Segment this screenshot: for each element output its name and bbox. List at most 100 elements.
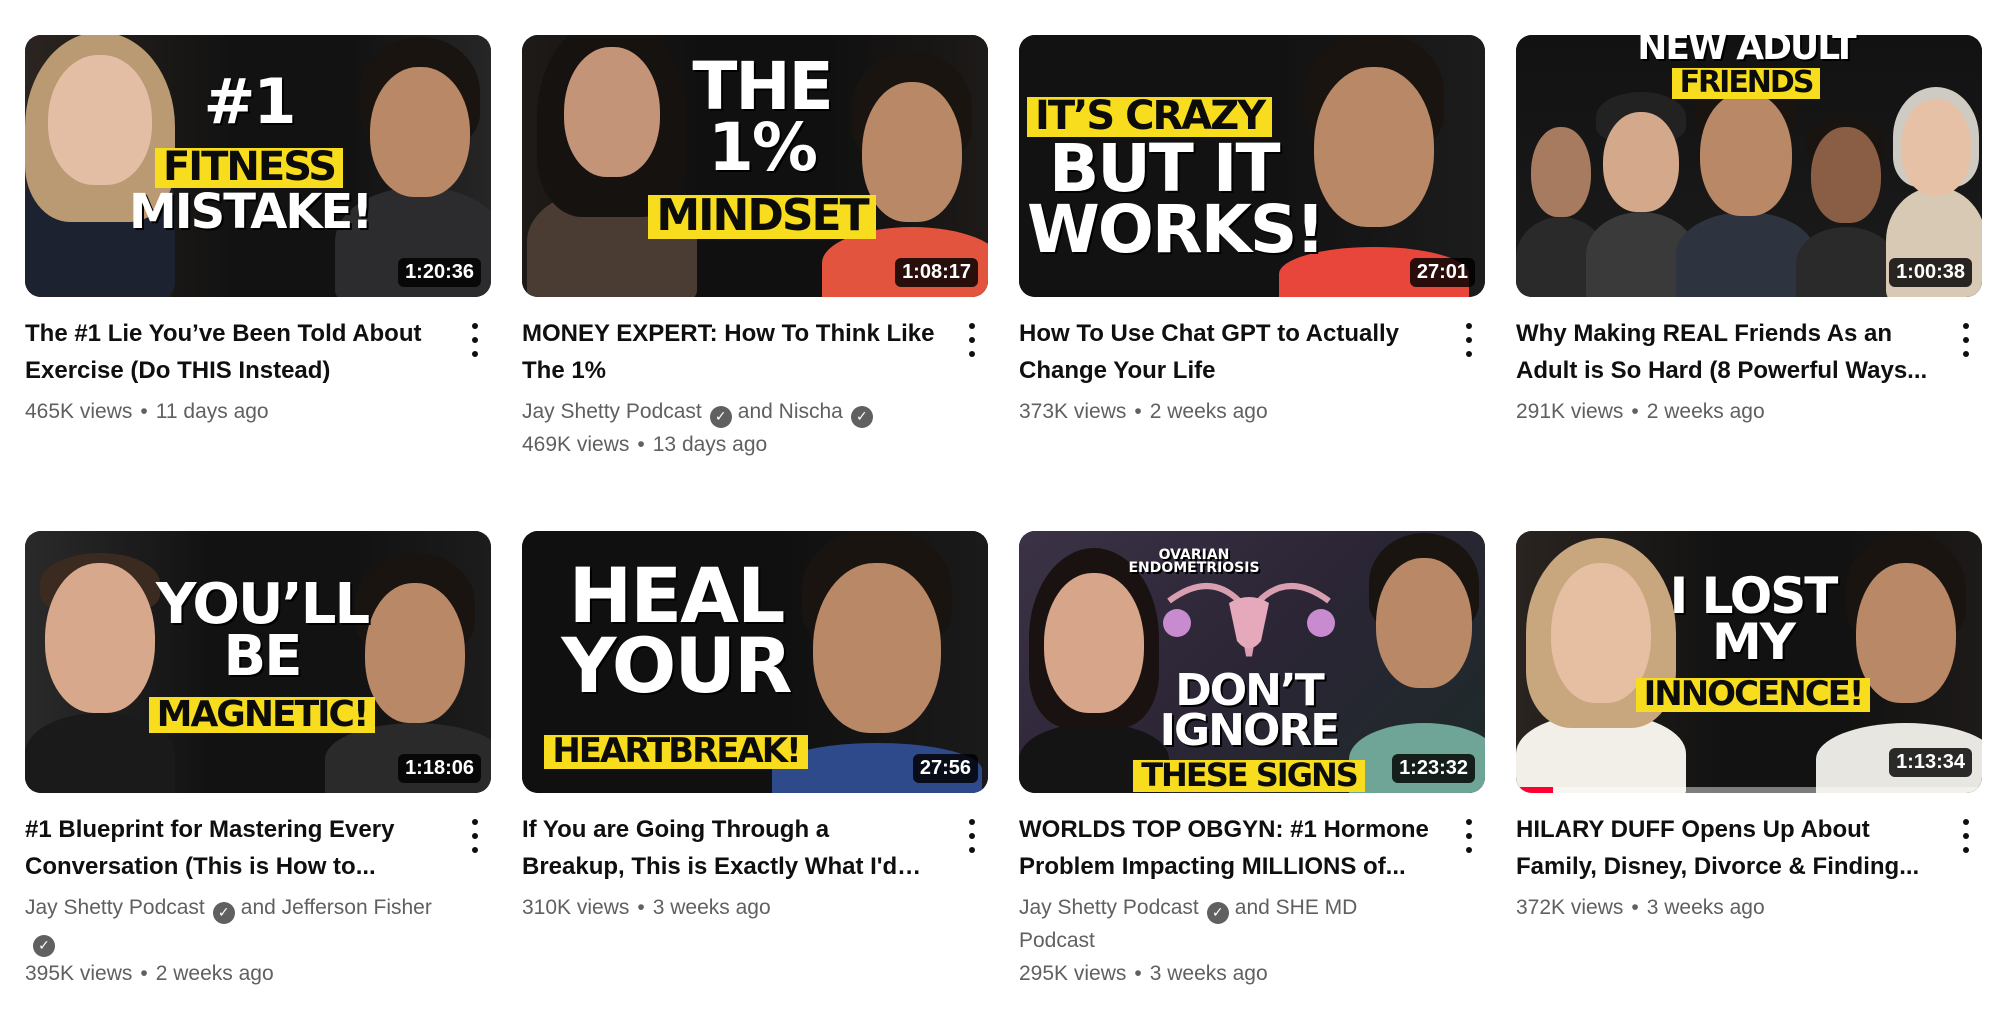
separator-dot: • — [1631, 896, 1639, 919]
verified-icon: ✓ — [1206, 902, 1229, 924]
separator-dot: • — [637, 433, 645, 456]
duration-badge: 1:00:38 — [1889, 258, 1972, 287]
thumbnail-text-highlight: MAGNETIC! — [148, 696, 376, 734]
video-thumbnail[interactable]: THE 1% MINDSET 1:08:17 — [522, 35, 988, 297]
more-vertical-icon[interactable] — [1459, 323, 1479, 357]
thumbnail-text: MISTAKE! — [129, 183, 373, 240]
thumbnail-text: YOU’LL — [155, 572, 370, 637]
channel-name[interactable]: Jay Shetty Podcast — [25, 896, 205, 919]
upload-age: 13 days ago — [652, 433, 768, 456]
thumbnail-text-highlight: FRIENDS — [1671, 68, 1821, 99]
collab-channel-name[interactable]: Nischa — [779, 400, 843, 423]
thumbnail-person — [1676, 72, 1816, 297]
channel-line: Jay Shetty Podcast ✓ and SHE MD Podcast — [1019, 891, 1435, 957]
video-card[interactable]: HEAL YOUR HEARTBREAK! 27:56 If You are G… — [522, 531, 988, 924]
video-card[interactable]: #1 FITNESS MISTAKE! 1:20:36 The #1 Lie Y… — [25, 35, 491, 428]
thumbnail-text: NEW ADULT — [1637, 35, 1856, 68]
thumbnail-person — [1796, 117, 1896, 297]
thumbnail-text-highlight: MINDSET — [648, 194, 876, 239]
thumbnail-person-left — [1516, 538, 1686, 793]
view-count: 291K views — [1516, 400, 1624, 423]
channel-name[interactable]: Jay Shetty Podcast — [522, 400, 702, 423]
video-thumbnail[interactable]: NEW ADULT FRIENDS 1:00:38 — [1516, 35, 1982, 297]
upload-age: 2 weeks ago — [1646, 400, 1765, 423]
thumbnail-text-highlight: INNOCENCE! — [1635, 677, 1871, 713]
video-grid: #1 FITNESS MISTAKE! 1:20:36 The #1 Lie Y… — [0, 0, 1999, 1028]
video-thumbnail[interactable]: HEAL YOUR HEARTBREAK! 27:56 — [522, 531, 988, 793]
thumbnail-text: YOUR — [561, 620, 792, 710]
view-count: 310K views — [522, 896, 630, 919]
separator-dot: • — [140, 962, 148, 985]
thumbnail-text: MY — [1712, 613, 1796, 671]
duration-badge: 1:08:17 — [895, 258, 978, 287]
upload-age: 2 weeks ago — [155, 962, 274, 985]
view-count: 465K views — [25, 400, 133, 423]
video-stats: 372K views • 3 weeks ago — [1516, 891, 1932, 924]
video-title[interactable]: WORLDS TOP OBGYN: #1 Hormone Problem Imp… — [1019, 811, 1435, 885]
collab-prefix: and — [737, 400, 773, 423]
video-stats: 395K views • 2 weeks ago — [25, 957, 441, 990]
video-title[interactable]: Why Making REAL Friends As an Adult is S… — [1516, 315, 1932, 389]
view-count: 372K views — [1516, 896, 1624, 919]
video-card[interactable]: OVARIAN ENDOMETRIOSIS DON’T IGNORE THESE… — [1019, 531, 1485, 990]
video-thumbnail[interactable]: IT’S CRAZY BUT IT WORKS! 27:01 — [1019, 35, 1485, 297]
thumbnail-text-highlight: THESE SIGNS — [1133, 759, 1365, 793]
verified-icon: ✓ — [33, 935, 55, 957]
video-card[interactable]: I LOST MY INNOCENCE! 1:13:34 HILARY DUFF… — [1516, 531, 1982, 924]
video-title[interactable]: The #1 Lie You’ve Been Told About Exerci… — [25, 315, 441, 389]
video-title[interactable]: How To Use Chat GPT to Actually Change Y… — [1019, 315, 1435, 389]
view-count: 373K views — [1019, 400, 1127, 423]
video-card[interactable]: IT’S CRAZY BUT IT WORKS! 27:01 How To Us… — [1019, 35, 1485, 428]
thumbnail-text: IGNORE — [1159, 705, 1341, 757]
duration-badge: 1:20:36 — [398, 258, 481, 287]
channel-line: Jay Shetty Podcast ✓ and Jefferson Fisher✓ — [25, 891, 441, 957]
separator-dot: • — [1631, 400, 1639, 423]
video-title[interactable]: #1 Blueprint for Mastering Every Convers… — [25, 811, 441, 885]
more-vertical-icon[interactable] — [465, 819, 485, 853]
thumbnail-text-highlight: HEARTBREAK! — [544, 734, 808, 770]
duration-badge: 1:13:34 — [1889, 748, 1972, 777]
thumbnail-text: 1% — [707, 108, 818, 186]
video-thumbnail[interactable]: OVARIAN ENDOMETRIOSIS DON’T IGNORE THESE… — [1019, 531, 1485, 793]
more-vertical-icon[interactable] — [1956, 819, 1976, 853]
more-vertical-icon[interactable] — [962, 819, 982, 853]
video-thumbnail[interactable]: #1 FITNESS MISTAKE! 1:20:36 — [25, 35, 491, 297]
collab-prefix: and — [1234, 896, 1270, 919]
separator-dot: • — [637, 896, 645, 919]
upload-age: 2 weeks ago — [1149, 400, 1268, 423]
video-thumbnail[interactable]: I LOST MY INNOCENCE! 1:13:34 — [1516, 531, 1982, 793]
separator-dot: • — [1134, 400, 1142, 423]
thumbnail-text: BE — [223, 623, 303, 689]
more-vertical-icon[interactable] — [962, 323, 982, 357]
collab-channel-name[interactable]: Jefferson Fisher — [282, 896, 432, 919]
uterus-illustration — [1163, 583, 1335, 657]
video-thumbnail[interactable]: YOU’LL BE MAGNETIC! 1:18:06 — [25, 531, 491, 793]
channel-name[interactable]: Jay Shetty Podcast — [1019, 896, 1199, 919]
duration-badge: 27:56 — [912, 754, 978, 783]
video-card[interactable]: NEW ADULT FRIENDS 1:00:38 Why Making REA… — [1516, 35, 1982, 428]
duration-badge: 1:18:06 — [398, 754, 481, 783]
upload-age: 3 weeks ago — [652, 896, 771, 919]
view-count: 469K views — [522, 433, 630, 456]
video-card[interactable]: YOU’LL BE MAGNETIC! 1:18:06 #1 Blueprint… — [25, 531, 491, 990]
verified-icon: ✓ — [212, 902, 235, 924]
video-title[interactable]: HILARY DUFF Opens Up About Family, Disne… — [1516, 811, 1932, 885]
verified-icon: ✓ — [850, 406, 873, 428]
more-vertical-icon[interactable] — [1956, 323, 1976, 357]
video-title[interactable]: MONEY EXPERT: How To Think Like The 1% — [522, 315, 938, 389]
video-stats: 469K views • 13 days ago — [522, 428, 938, 461]
collab-prefix: and — [240, 896, 276, 919]
upload-age: 3 weeks ago — [1646, 896, 1765, 919]
upload-age: 11 days ago — [155, 400, 269, 423]
more-vertical-icon[interactable] — [465, 323, 485, 357]
video-stats: 310K views • 3 weeks ago — [522, 891, 938, 924]
video-card[interactable]: THE 1% MINDSET 1:08:17 MONEY EXPERT: How… — [522, 35, 988, 461]
video-title[interactable]: If You are Going Through a Breakup, This… — [522, 811, 938, 885]
view-count: 295K views — [1019, 962, 1127, 985]
separator-dot: • — [1134, 962, 1142, 985]
video-stats: 465K views • 11 days ago — [25, 395, 441, 428]
more-vertical-icon[interactable] — [1459, 819, 1479, 853]
verified-icon: ✓ — [709, 406, 732, 428]
duration-badge: 1:23:32 — [1392, 754, 1475, 783]
duration-badge: 27:01 — [1409, 258, 1475, 287]
